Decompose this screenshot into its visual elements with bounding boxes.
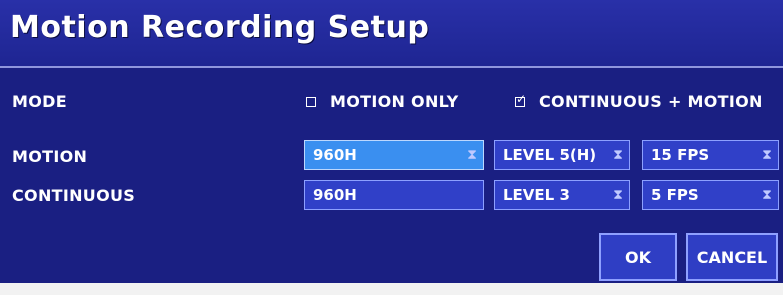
continuous-motion-checkbox[interactable]: ✓ (515, 92, 526, 107)
motion-fps-select[interactable]: 15 FPS ⧗ (642, 140, 779, 170)
spinner-icon: ⧗ (762, 187, 772, 203)
continuous-motion-option[interactable]: ✓ CONTINUOUS + MOTION (515, 92, 763, 111)
continuous-quality-select[interactable]: LEVEL 3 ⧗ (494, 180, 630, 210)
motion-label: MOTION (12, 147, 88, 166)
spinner-icon: ⧗ (613, 147, 623, 163)
motion-recording-dialog: Motion Recording Setup MODE MOTION ONLY … (0, 0, 783, 283)
mode-label: MODE (12, 92, 67, 111)
motion-resolution-select[interactable]: 960H ⧗ (304, 140, 484, 170)
continuous-fps-select[interactable]: 5 FPS ⧗ (642, 180, 779, 210)
checkmark-icon: ✓ (516, 91, 527, 106)
spinner-icon: ⧗ (613, 187, 623, 203)
motion-only-label: MOTION ONLY (330, 92, 459, 111)
continuous-motion-label: CONTINUOUS + MOTION (539, 92, 763, 111)
motion-only-checkbox[interactable] (306, 96, 316, 107)
spinner-icon: ⧗ (467, 147, 477, 163)
cancel-button[interactable]: CANCEL (686, 233, 778, 281)
ok-button[interactable]: OK (599, 233, 677, 281)
continuous-quality-value: LEVEL 3 (503, 186, 570, 204)
motion-resolution-value: 960H (313, 146, 357, 164)
motion-only-option[interactable]: MOTION ONLY (306, 92, 459, 111)
continuous-resolution-select[interactable]: 960H (304, 180, 484, 210)
continuous-fps-value: 5 FPS (651, 186, 699, 204)
motion-quality-select[interactable]: LEVEL 5(H) ⧗ (494, 140, 630, 170)
continuous-label: CONTINUOUS (12, 186, 136, 205)
title-bar: Motion Recording Setup (0, 0, 783, 68)
motion-fps-value: 15 FPS (651, 146, 710, 164)
spinner-icon: ⧗ (762, 147, 772, 163)
motion-quality-value: LEVEL 5(H) (503, 146, 597, 164)
dialog-title: Motion Recording Setup (10, 10, 430, 45)
continuous-resolution-value: 960H (313, 186, 357, 204)
